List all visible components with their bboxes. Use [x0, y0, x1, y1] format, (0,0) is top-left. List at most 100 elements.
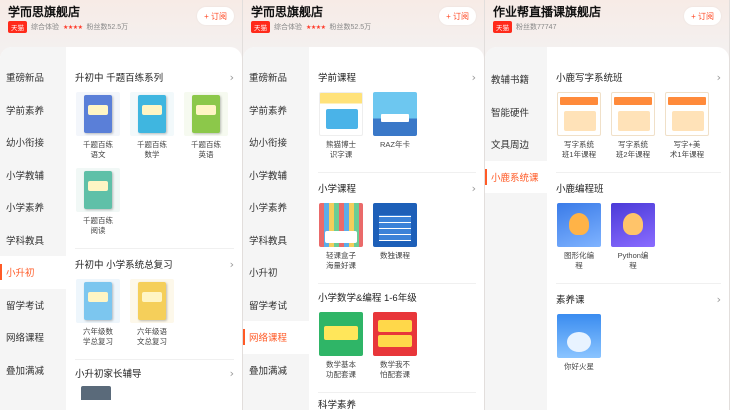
store-header: 作业帮直播课旗舰店 天猫 粉丝数77747 + 订阅 [485, 0, 729, 48]
subscribe-button[interactable]: + 订阅 [439, 7, 476, 25]
sidebar-item[interactable]: 智能硬件 [485, 96, 547, 129]
product-label: 数学基本 功配套课 [326, 360, 356, 379]
product-label: 写字系统 班2年课程 [615, 140, 651, 159]
product-card[interactable]: 千题百练 语文 [75, 92, 121, 160]
chevron-right-icon: › [229, 70, 234, 84]
sidebar-item-active[interactable]: 小升初 [0, 256, 66, 289]
section-header[interactable]: 小学数学&编程 1-6年级 [318, 290, 476, 304]
fans-count: 粉丝数52.5万 [329, 24, 372, 31]
sidebar-item[interactable]: 小升初 [243, 256, 309, 289]
product-card[interactable]: 数学我不 怕配套课 [372, 312, 418, 380]
sidebar-item[interactable]: 重磅新品 [243, 61, 309, 94]
banner-icon [381, 114, 409, 122]
section-header[interactable]: 升初中 千题百练系列 › [75, 70, 234, 85]
product-grid: 熊猫博士 识字课 RAZ年卡 [318, 92, 476, 168]
sidebar-item[interactable]: 小学教辅 [243, 159, 309, 192]
product-card[interactable]: 你好火星 [556, 314, 602, 372]
sidebar-item[interactable]: 重磅新品 [0, 61, 66, 94]
sidebar-item[interactable]: 教辅书籍 [485, 63, 547, 96]
sidebar-item[interactable]: 学科教具 [243, 224, 309, 257]
store-name[interactable]: 学而思旗舰店 [8, 3, 80, 20]
product-card[interactable]: 数独课程 [372, 203, 418, 271]
product-card[interactable]: RAZ年卡 [372, 92, 418, 160]
sidebar-item[interactable]: 学前素养 [0, 94, 66, 127]
tmall-badge: 天猫 [493, 21, 512, 33]
section-title: 小鹿写字系统班 [556, 73, 623, 84]
book-cover-icon [192, 95, 220, 133]
section-title: 升初中 小学系统总复习 [75, 260, 173, 271]
sidebar-item[interactable]: 幼小衔接 [0, 126, 66, 159]
sidebar-item[interactable]: 文具周边 [485, 128, 547, 161]
section-title: 小学数学&编程 1-6年级 [318, 293, 417, 304]
chevron-right-icon: › [471, 70, 476, 84]
product-card[interactable]: 千题百练 阅读 [75, 168, 121, 236]
book-cover-icon [138, 282, 166, 320]
product-card[interactable]: 图形化编 程 [556, 203, 602, 271]
product-thumbnail [557, 92, 601, 136]
section-header[interactable]: 升初中 小学系统总复习 › [75, 257, 234, 272]
product-thumbnail [373, 312, 417, 356]
product-card[interactable]: 熊猫博士 识字课 [318, 92, 364, 160]
product-label: 熊猫博士 识字课 [326, 140, 356, 159]
planet-icon [567, 332, 591, 352]
subscribe-button[interactable]: + 订阅 [197, 7, 234, 25]
sidebar-item[interactable]: 小学素养 [0, 191, 66, 224]
product-card[interactable]: 六年级语 文总复习 [129, 279, 175, 347]
sidebar-item[interactable]: 小学教辅 [0, 159, 66, 192]
sidebar-item[interactable]: 学科教具 [0, 224, 66, 257]
product-card[interactable]: 写字系统 班2年课程 [610, 92, 656, 160]
sidebar-item[interactable]: 留学考试 [0, 289, 66, 322]
product-label: 数学我不 怕配套课 [380, 360, 410, 379]
product-label: RAZ年卡 [380, 140, 410, 149]
sidebar-item[interactable]: 幼小衔接 [243, 126, 309, 159]
product-grid: 轻课盒子 海量好课 数独课程 [318, 203, 476, 279]
sidebar-item-active[interactable]: 小鹿系统课 [485, 160, 547, 193]
sidebar-item-active[interactable]: 网络课程 [243, 321, 309, 354]
section-header[interactable]: 学前课程 › [318, 70, 476, 85]
sidebar-item[interactable]: 叠加满减 [243, 354, 309, 387]
section-header[interactable]: 素养课 › [556, 292, 721, 307]
sidebar-item[interactable]: 网络课程 [0, 321, 66, 354]
section-title: 小鹿编程班 [556, 184, 604, 195]
title-banner-icon [378, 335, 412, 347]
category-body: 教辅书籍 智能硬件 文具周边 小鹿系统课 小鹿写字系统班 › 写字系统 班1年课… [485, 47, 729, 410]
section-title: 素养课 [556, 295, 585, 306]
product-thumbnail [611, 92, 655, 136]
sidebar-item[interactable]: 学前素养 [243, 94, 309, 127]
screen-2: 学而思旗舰店 天猫 综合体验 ★★★★ 粉丝数52.5万 + 订阅 重磅新品 学… [243, 0, 485, 410]
product-card[interactable]: 写字系统 班1年课程 [556, 92, 602, 160]
product-thumbnail-partial[interactable] [81, 386, 111, 400]
product-card[interactable]: 数学基本 功配套课 [318, 312, 364, 380]
store-name[interactable]: 作业帮直播课旗舰店 [493, 3, 601, 20]
sidebar-item[interactable]: 小学素养 [243, 191, 309, 224]
divider [75, 248, 234, 249]
sidebar-item[interactable]: 叠加满减 [0, 354, 66, 387]
rating-label: 综合体验 [31, 24, 59, 31]
sidebar-item[interactable]: 留学考试 [243, 289, 309, 322]
title-banner-icon [560, 97, 598, 105]
section-title: 小升初家长辅导 [75, 369, 142, 380]
title-banner-icon [378, 320, 412, 332]
section-header[interactable]: 小升初家长辅导 › [75, 366, 234, 381]
store-name[interactable]: 学而思旗舰店 [251, 3, 323, 20]
section-header[interactable]: 小鹿编程班 [556, 181, 721, 195]
section-header[interactable]: 科学素养 [318, 397, 476, 410]
product-label: 写字+美 术1年课程 [669, 140, 705, 159]
title-banner-icon [668, 97, 706, 105]
subscribe-button[interactable]: + 订阅 [684, 7, 721, 25]
section-header[interactable]: 小学课程 › [318, 181, 476, 196]
product-card[interactable]: 写字+美 术1年课程 [664, 92, 710, 160]
book-cover-icon [84, 95, 112, 133]
tmall-badge: 天猫 [8, 21, 27, 33]
store-meta: 天猫 粉丝数77747 [493, 21, 556, 33]
product-card[interactable]: Python编 程 [610, 203, 656, 271]
product-card[interactable]: 千题百练 英语 [183, 92, 229, 160]
product-label: 千题百练 英语 [191, 140, 221, 159]
product-card[interactable]: 轻课盒子 海量好课 [318, 203, 364, 271]
section-header[interactable]: 小鹿写字系统班 › [556, 70, 721, 85]
tablet-icon [326, 109, 358, 129]
product-grid: 你好火星 [556, 314, 721, 380]
title-banner-icon [614, 97, 652, 105]
product-card[interactable]: 千题百练 数学 [129, 92, 175, 160]
product-card[interactable]: 六年级数 学总复习 [75, 279, 121, 347]
